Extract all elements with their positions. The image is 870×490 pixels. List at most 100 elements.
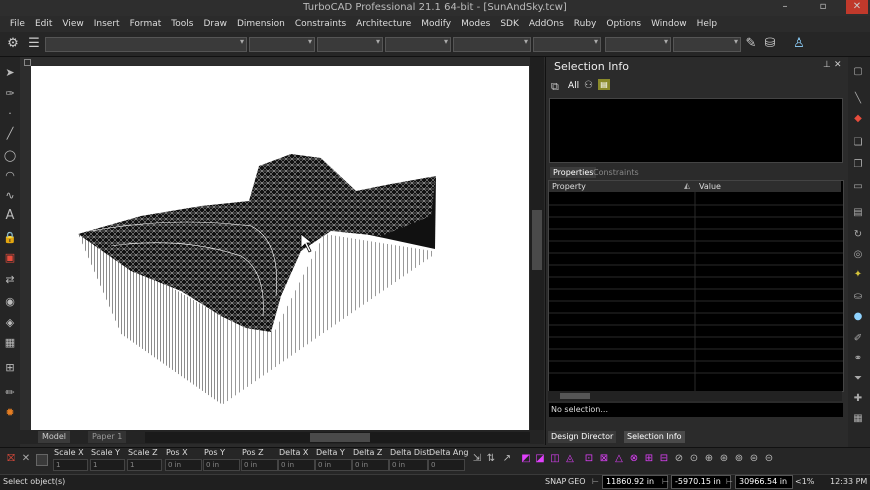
tab-design-director[interactable]: Design Director (548, 431, 617, 443)
sphere-icon[interactable]: ● (851, 310, 865, 324)
select-arrow-icon[interactable]: ➤ (2, 65, 18, 81)
close-button[interactable]: ✕ (846, 0, 868, 14)
gear-icon[interactable]: ⚙ (4, 35, 22, 53)
light-icon[interactable]: ✦ (851, 268, 865, 282)
snap-grid-icon[interactable]: ⊟ (658, 453, 670, 465)
brush-dropdown[interactable] (533, 37, 601, 52)
menu-addons[interactable]: AddOns (524, 16, 569, 32)
geo-indicator[interactable]: GEO (568, 476, 586, 488)
window-icon[interactable]: ▭ (851, 180, 865, 194)
cancel-icon[interactable]: ✕ (20, 453, 32, 465)
select-mode-icon[interactable]: ⧉ (551, 80, 559, 94)
menu-constraints[interactable]: Constraints (290, 16, 351, 32)
brush-icon[interactable]: ✎ (742, 35, 760, 53)
options-toggle[interactable] (36, 454, 48, 466)
scale-z-field[interactable]: 1 (127, 459, 162, 471)
tab-selection-info[interactable]: Selection Info (624, 431, 685, 443)
funnel-icon[interactable]: ⏷ (851, 372, 865, 386)
cylinder-icon[interactable]: ⛀ (851, 290, 865, 304)
snap-tool-18-icon[interactable]: ⊝ (763, 453, 775, 465)
menu-dimension[interactable]: Dimension (232, 16, 290, 32)
edit-tool-icon[interactable]: ✑ (2, 86, 18, 102)
vertical-scroll-thumb[interactable] (532, 210, 542, 270)
layers-icon[interactable]: ▦ (851, 412, 865, 426)
pen-width-dropdown[interactable] (385, 37, 451, 52)
view-dropdown[interactable] (673, 37, 741, 52)
properties-horizontal-scrollbar[interactable] (548, 391, 842, 401)
snap-icon[interactable]: ⊞ (2, 360, 18, 376)
select-all-button[interactable]: All (568, 81, 579, 91)
menu-window[interactable]: Window (646, 16, 692, 32)
snap-nearest-icon[interactable]: ◬ (564, 453, 576, 465)
layer-dropdown[interactable] (45, 37, 247, 52)
pin-icon[interactable]: ⊥ (823, 60, 831, 70)
column-property[interactable]: Property (552, 182, 586, 191)
pen-style-dropdown[interactable] (317, 37, 383, 52)
color-dropdown[interactable] (249, 37, 315, 52)
group-icon[interactable]: ⚭ (851, 352, 865, 366)
marker-icon[interactable]: ◆ (851, 112, 865, 126)
measure-icon[interactable]: ╲ (851, 92, 865, 106)
delta-z-field[interactable]: 0 in (352, 459, 389, 471)
curve-icon[interactable]: ∿ (2, 188, 18, 204)
3d-object-icon[interactable]: ◉ (2, 294, 18, 310)
copy-icon[interactable]: ❐ (851, 158, 865, 172)
properties-scroll-thumb[interactable] (560, 393, 590, 399)
sort-icon[interactable]: ◭ (684, 181, 690, 190)
view-front-icon[interactable]: ▢ (851, 65, 865, 79)
lock-icon[interactable]: 🔒 (2, 230, 18, 246)
pen-icon[interactable]: ✐ (851, 332, 865, 346)
delta-y-field[interactable]: 0 in (315, 459, 352, 471)
insert-icon[interactable]: ▣ (2, 250, 18, 266)
snap-tool-1-icon[interactable]: ⇲ (471, 453, 483, 465)
menu-help[interactable]: Help (692, 16, 723, 32)
circle-icon[interactable]: ◯ (2, 148, 18, 164)
scale-y-field[interactable]: 1 (90, 459, 125, 471)
tab-constraints[interactable]: Constraints (590, 167, 642, 178)
snap-tool-3-icon[interactable]: ↗ (501, 453, 513, 465)
menu-modify[interactable]: Modify (416, 16, 456, 32)
text-icon[interactable]: A (2, 208, 18, 224)
layer-icon[interactable]: ☰ (25, 35, 43, 53)
snap-intersect-icon[interactable]: ⊗ (628, 453, 640, 465)
snap-tool-12-icon[interactable]: ⊘ (673, 453, 685, 465)
menu-modes[interactable]: Modes (456, 16, 495, 32)
arc-icon[interactable]: ◠ (2, 168, 18, 184)
snap-vertex-icon[interactable]: ◩ (520, 453, 532, 465)
horizontal-scroll-thumb[interactable] (310, 433, 370, 442)
menu-file[interactable]: File (5, 16, 30, 32)
menu-format[interactable]: Format (125, 16, 167, 32)
snap-middle-icon[interactable]: ◪ (534, 453, 546, 465)
finish-icon[interactable]: ⛝ (5, 453, 17, 465)
grid-icon[interactable]: ▦ (2, 335, 18, 351)
palette-icon[interactable]: ▤ (598, 79, 610, 90)
close-icon[interactable]: ✕ (834, 60, 842, 70)
stack-icon[interactable]: ❏ (851, 136, 865, 150)
maximize-button[interactable]: ▫ (812, 0, 834, 14)
menu-edit[interactable]: Edit (30, 16, 57, 32)
render-icon[interactable]: ◈ (2, 315, 18, 331)
pen-scale-dropdown[interactable] (453, 37, 531, 52)
pos-y-field[interactable]: 0 in (203, 459, 240, 471)
snap-tangent-icon[interactable]: ⊠ (598, 453, 610, 465)
snap-quadrant-icon[interactable]: ⊡ (583, 453, 595, 465)
snap-indicator[interactable]: SNAP (545, 476, 566, 488)
snap-tool-15-icon[interactable]: ⊛ (718, 453, 730, 465)
render-dropdown[interactable] (605, 37, 671, 52)
snap-perp-icon[interactable]: △ (613, 453, 625, 465)
menu-draw[interactable]: Draw (198, 16, 232, 32)
point-icon[interactable]: · (2, 106, 18, 122)
menu-insert[interactable]: Insert (89, 16, 125, 32)
user-icon[interactable]: ♙ (790, 35, 808, 53)
menu-sdk[interactable]: SDK (495, 16, 524, 32)
filter-icon[interactable]: ⚇ (584, 80, 593, 91)
gear-color-icon[interactable]: ✹ (2, 405, 18, 421)
snap-center-icon[interactable]: ◫ (549, 453, 561, 465)
snap-extension-icon[interactable]: ⊞ (643, 453, 655, 465)
tab-model[interactable]: Model (38, 431, 71, 443)
add-icon[interactable]: ✚ (851, 392, 865, 406)
drawing-canvas[interactable] (31, 66, 529, 430)
panel-icon[interactable]: ▤ (851, 206, 865, 220)
snap-tool-14-icon[interactable]: ⊕ (703, 453, 715, 465)
line-icon[interactable]: ╱ (2, 126, 18, 142)
